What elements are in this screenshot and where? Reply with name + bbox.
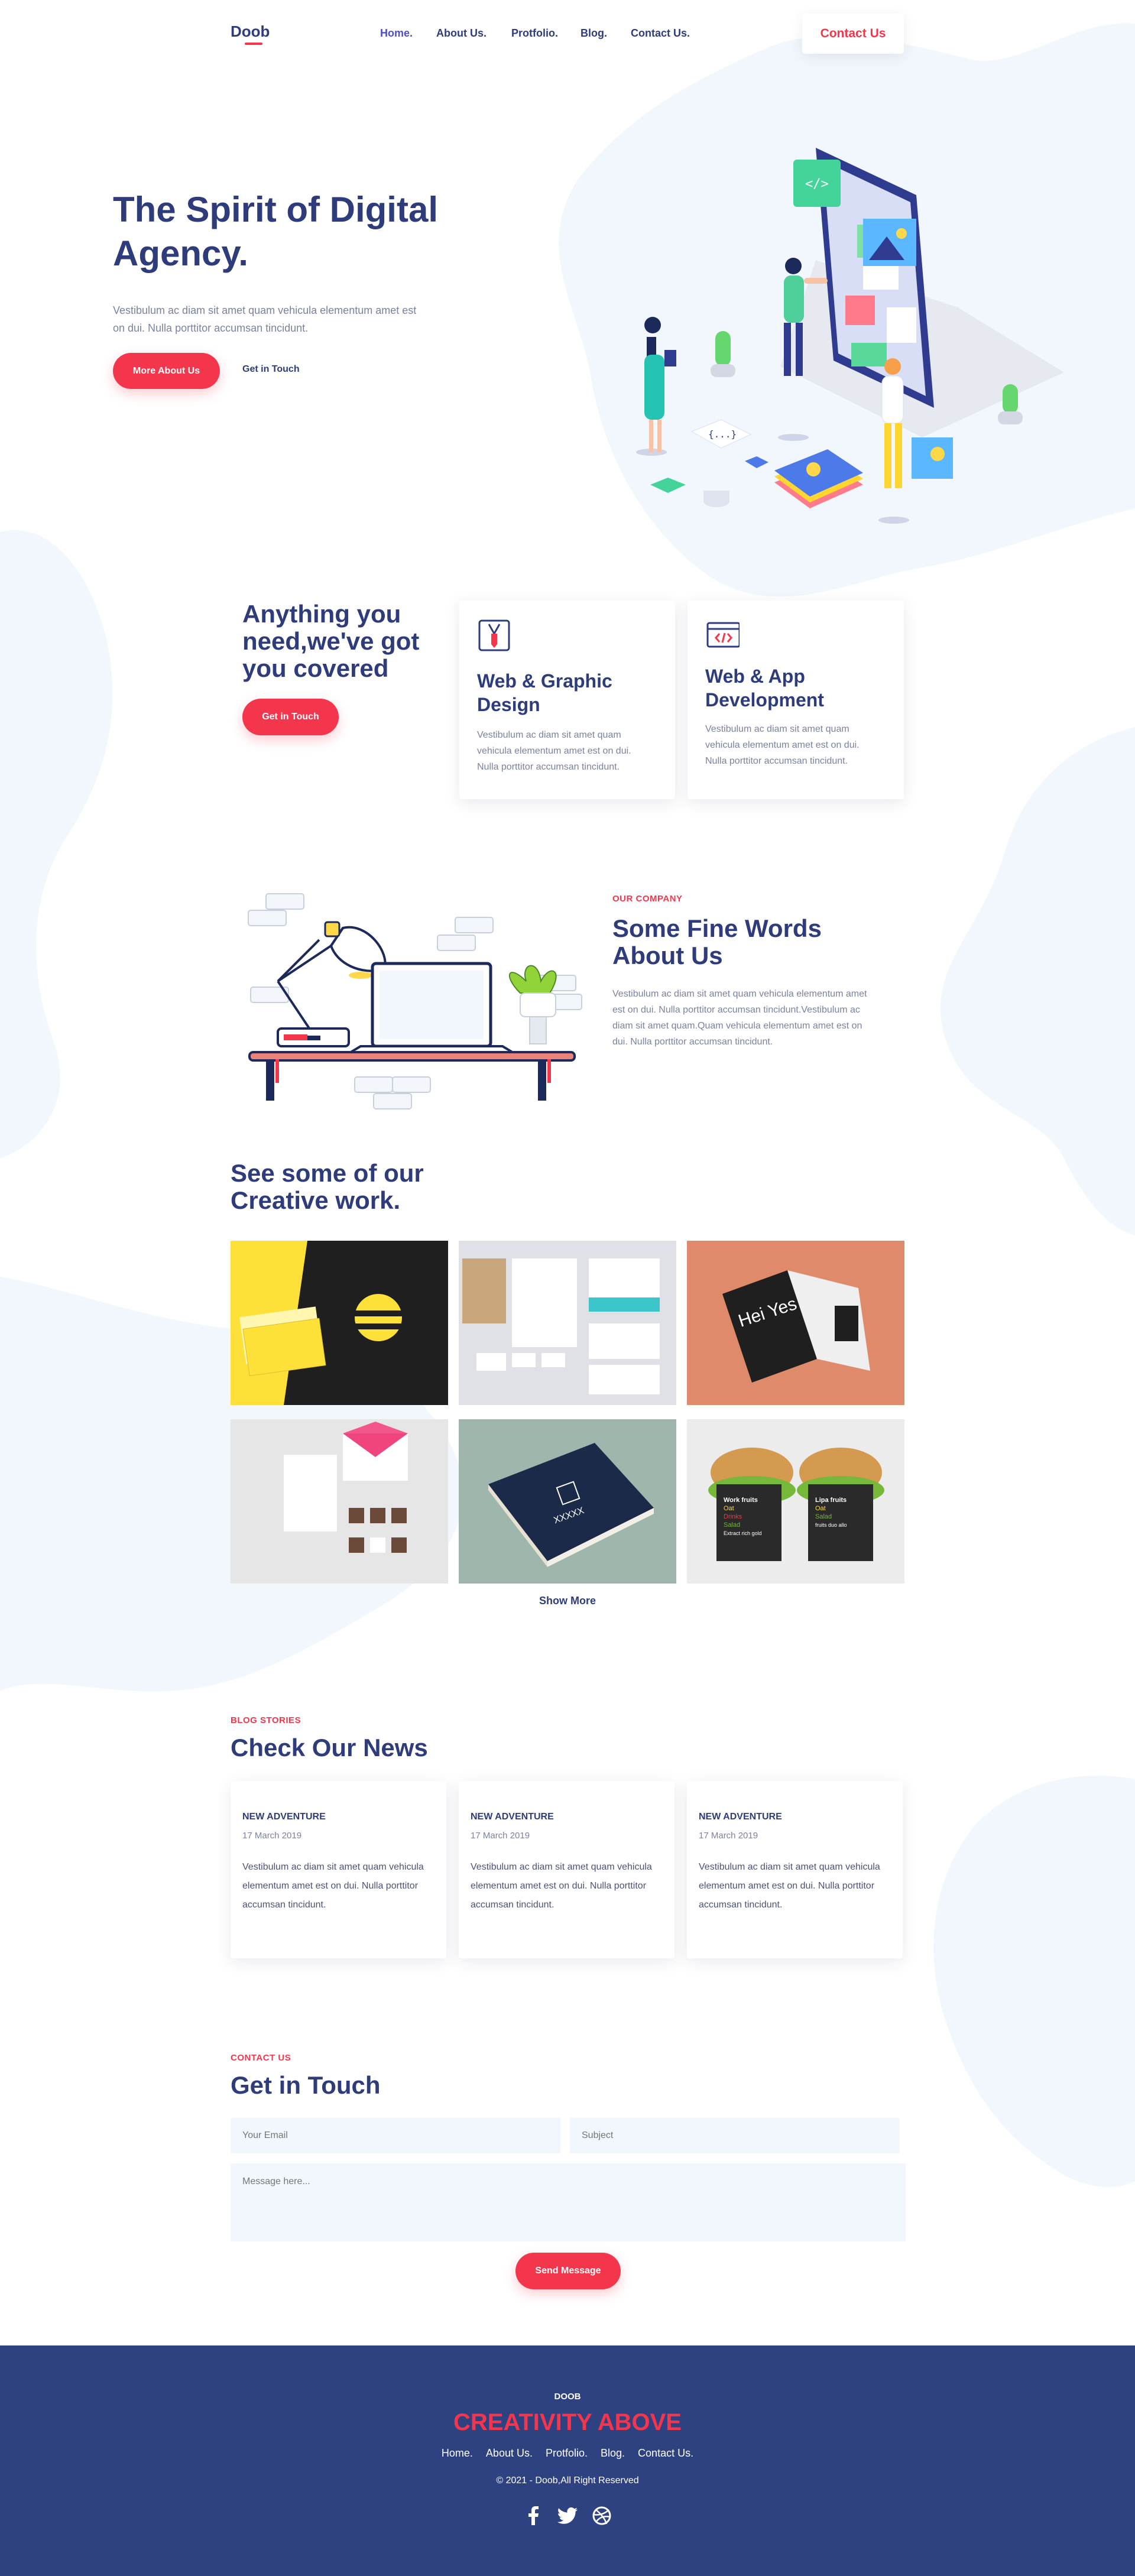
hero-illustration: </> {...} bbox=[636, 148, 1064, 524]
portfolio-item-book[interactable]: Hei Yes bbox=[687, 1241, 904, 1405]
box-left-line-3: Drinks bbox=[724, 1513, 742, 1520]
blog-kicker: BLOG STORIES bbox=[231, 1715, 301, 1725]
page: Doob Home. About Us. Protfolio. Blog. Co… bbox=[0, 0, 1135, 2576]
about-kicker: OUR COMPANY bbox=[612, 894, 683, 904]
portfolio-title: See some of our Creative work. bbox=[231, 1159, 424, 1214]
footer: DOOB CREATIVITY ABOVE Home. About Us. Pr… bbox=[0, 2345, 1135, 2576]
show-more-link[interactable]: Show More bbox=[0, 1595, 1135, 1607]
send-message-button[interactable]: Send Message bbox=[515, 2253, 621, 2289]
nav-home[interactable]: Home. bbox=[380, 27, 413, 40]
blog-card-title: NEW ADVENTURE bbox=[699, 1812, 782, 1822]
blog-card[interactable]: NEW ADVENTURE 17 March 2019 Vestibulum a… bbox=[687, 1781, 903, 1958]
box-left-line-2: Oat bbox=[724, 1505, 734, 1512]
box-left-line-4: Salad bbox=[724, 1521, 740, 1529]
portfolio-item-stationery[interactable] bbox=[459, 1241, 676, 1405]
footer-nav-blog[interactable]: Blog. bbox=[601, 2447, 625, 2460]
nav-blog[interactable]: Blog. bbox=[581, 27, 607, 40]
nav-about[interactable]: About Us. bbox=[436, 27, 487, 40]
footer-nav-about[interactable]: About Us. bbox=[486, 2447, 533, 2460]
twitter-icon[interactable] bbox=[557, 2505, 578, 2526]
footer-slogan: CREATIVITY ABOVE bbox=[453, 2409, 682, 2435]
blog-card-title: NEW ADVENTURE bbox=[471, 1812, 554, 1822]
service-card-title: Web & Graphic Design bbox=[477, 670, 612, 715]
service-card-title: Web & App Development bbox=[705, 666, 824, 710]
footer-brand: DOOB bbox=[554, 2392, 581, 2402]
service-card-design[interactable]: Web & Graphic Design Vestibulum ac diam … bbox=[459, 601, 675, 799]
blog-title: Check Our News bbox=[231, 1734, 428, 1761]
blog-card-text: Vestibulum ac diam sit amet quam vehicul… bbox=[699, 1862, 880, 1910]
service-card-text: Vestibulum ac diam sit amet quam vehicul… bbox=[477, 730, 631, 772]
hero-text: Vestibulum ac diam sit amet quam vehicul… bbox=[113, 304, 417, 334]
services-title: Anything you need,we've got you covered bbox=[242, 600, 420, 682]
portfolio-item-envelope[interactable] bbox=[231, 1419, 448, 1584]
blog-card-text: Vestibulum ac diam sit amet quam vehicul… bbox=[471, 1862, 652, 1910]
dribbble-icon[interactable] bbox=[591, 2505, 612, 2526]
portfolio-item-notebook[interactable]: XXXXX bbox=[459, 1419, 676, 1584]
blog-card-title: NEW ADVENTURE bbox=[242, 1812, 326, 1822]
nav-contact[interactable]: Contact Us. bbox=[631, 27, 690, 40]
desk-lamp-illustration bbox=[248, 893, 582, 1109]
box-right-line-2: Oat bbox=[815, 1505, 826, 1512]
pen-tool-icon bbox=[478, 619, 510, 651]
message-field[interactable] bbox=[231, 2163, 906, 2241]
about-text: Vestibulum ac diam sit amet quam vehicul… bbox=[612, 989, 867, 1047]
logo-text: Doob bbox=[231, 22, 270, 40]
box-right-line-4: fruits duo allo bbox=[815, 1522, 847, 1528]
blog-card-date: 17 March 2019 bbox=[699, 1831, 758, 1841]
social-links bbox=[0, 2505, 1135, 2526]
blog-card-text: Vestibulum ac diam sit amet quam vehicul… bbox=[242, 1862, 424, 1910]
subject-field[interactable] bbox=[570, 2118, 900, 2153]
portfolio-item-business-cards[interactable] bbox=[231, 1241, 448, 1405]
about-title: Some Fine Words About Us bbox=[612, 914, 822, 969]
footer-nav-contact[interactable]: Contact Us. bbox=[638, 2447, 693, 2460]
more-about-us-button[interactable]: More About Us bbox=[113, 353, 220, 389]
svg-text:{...}: {...} bbox=[708, 429, 737, 440]
contact-us-button[interactable]: Contact Us bbox=[802, 14, 904, 54]
footer-copyright: © 2021 - Doob,All Right Reserved bbox=[496, 2476, 639, 2486]
footer-nav-home[interactable]: Home. bbox=[442, 2447, 473, 2460]
blog-card[interactable]: NEW ADVENTURE 17 March 2019 Vestibulum a… bbox=[459, 1781, 674, 1958]
blog-card[interactable]: NEW ADVENTURE 17 March 2019 Vestibulum a… bbox=[231, 1781, 446, 1958]
facebook-icon[interactable] bbox=[523, 2505, 544, 2526]
box-right-line-1: Lipa fruits bbox=[815, 1497, 847, 1504]
nav-portfolio[interactable]: Protfolio. bbox=[511, 27, 558, 40]
hero-title: The Spirit of Digital Agency. bbox=[113, 190, 438, 273]
logo-underline bbox=[245, 43, 262, 45]
email-field[interactable] bbox=[231, 2118, 560, 2153]
code-window-icon bbox=[706, 622, 740, 648]
footer-nav: Home. About Us. Protfolio. Blog. Contact… bbox=[0, 2447, 1135, 2460]
service-card-text: Vestibulum ac diam sit amet quam vehicul… bbox=[705, 724, 860, 766]
box-left-line-1: Work fruits bbox=[724, 1497, 758, 1504]
blog-card-date: 17 March 2019 bbox=[471, 1831, 530, 1841]
svg-text:</>: </> bbox=[805, 177, 829, 192]
services-get-in-touch-button[interactable]: Get in Touch bbox=[242, 699, 339, 735]
logo[interactable]: Doob bbox=[231, 22, 270, 45]
blog-card-date: 17 March 2019 bbox=[242, 1831, 302, 1841]
box-right-line-3: Salad bbox=[815, 1513, 832, 1520]
main-nav: Home. About Us. Protfolio. Blog. Contact… bbox=[380, 27, 690, 40]
get-in-touch-link[interactable]: Get in Touch bbox=[242, 364, 300, 375]
contact-title: Get in Touch bbox=[231, 2071, 381, 2099]
contact-kicker: CONTACT US bbox=[231, 2053, 291, 2063]
box-left-line-5: Extract rich gold bbox=[724, 1530, 762, 1536]
service-card-development[interactable]: Web & App Development Vestibulum ac diam… bbox=[688, 601, 904, 799]
footer-nav-portfolio[interactable]: Protfolio. bbox=[546, 2447, 588, 2460]
portfolio-item-food-boxes[interactable]: Work fruits Oat Drinks Salad Extract ric… bbox=[687, 1419, 904, 1584]
